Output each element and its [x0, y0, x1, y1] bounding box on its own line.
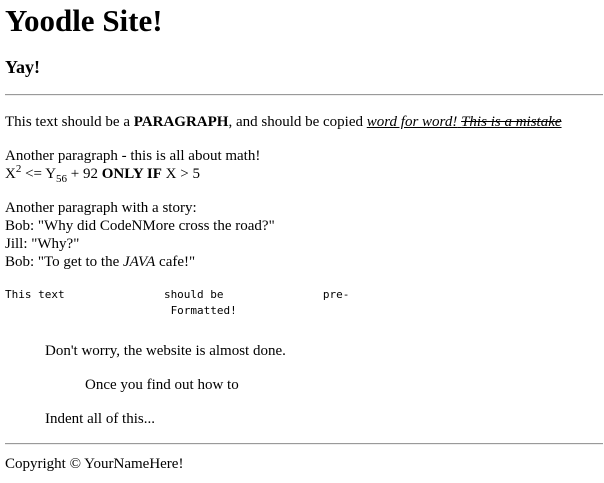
- story-intro: Another paragraph with a story:: [5, 200, 197, 216]
- paragraph-text: This text should be a: [5, 114, 134, 130]
- top-divider: [5, 94, 603, 96]
- story-line-3-start: Bob: "To get to the: [5, 254, 123, 270]
- strikethrough-text: This is a mistake: [461, 114, 562, 130]
- math-paragraph: Another paragraph - this is all about ma…: [5, 147, 604, 185]
- math-intro: Another paragraph - this is all about ma…: [5, 148, 261, 164]
- math-le: <= Y: [21, 166, 57, 182]
- story-line-2: Jill: "Why?": [5, 236, 80, 252]
- math-x: X: [5, 166, 16, 182]
- story-line-3-end: cafe!": [155, 254, 196, 270]
- site-title: Yoodle Site!: [5, 3, 163, 38]
- indented-line-1: Don't worry, the website is almost done.: [45, 343, 286, 359]
- paragraph-intro: This text should be a PARAGRAPH, and sho…: [5, 113, 604, 131]
- story-paragraph: Another paragraph with a story: Bob: "Why…: [5, 199, 604, 271]
- paragraph-text: , and should be copied: [228, 114, 367, 130]
- bottom-divider: [5, 443, 603, 445]
- math-tail: X > 5: [161, 166, 200, 182]
- subtitle: Yay!: [5, 57, 40, 77]
- indented-line-3: Indent all of this...: [45, 411, 155, 427]
- story-line-1: Bob: "Why did CodeNMore cross the road?": [5, 218, 275, 234]
- story-java: JAVA: [122, 254, 156, 270]
- math-only-if: ONLY IF: [101, 166, 162, 182]
- preformatted-text: This text should be pre- Formatted!: [5, 288, 350, 317]
- math-subscript: 56: [56, 173, 68, 185]
- paragraph-bold-word: PARAGRAPH: [133, 114, 229, 130]
- copyright-footer: Copyright © YourNameHere!: [5, 456, 184, 472]
- page-content: Yoodle Site! Yay! This text should be a …: [0, 0, 604, 473]
- underlined-italic-text: word for word!: [366, 114, 458, 130]
- math-plus: + 92: [67, 166, 102, 182]
- indented-line-2: Once you find out how to: [85, 377, 239, 393]
